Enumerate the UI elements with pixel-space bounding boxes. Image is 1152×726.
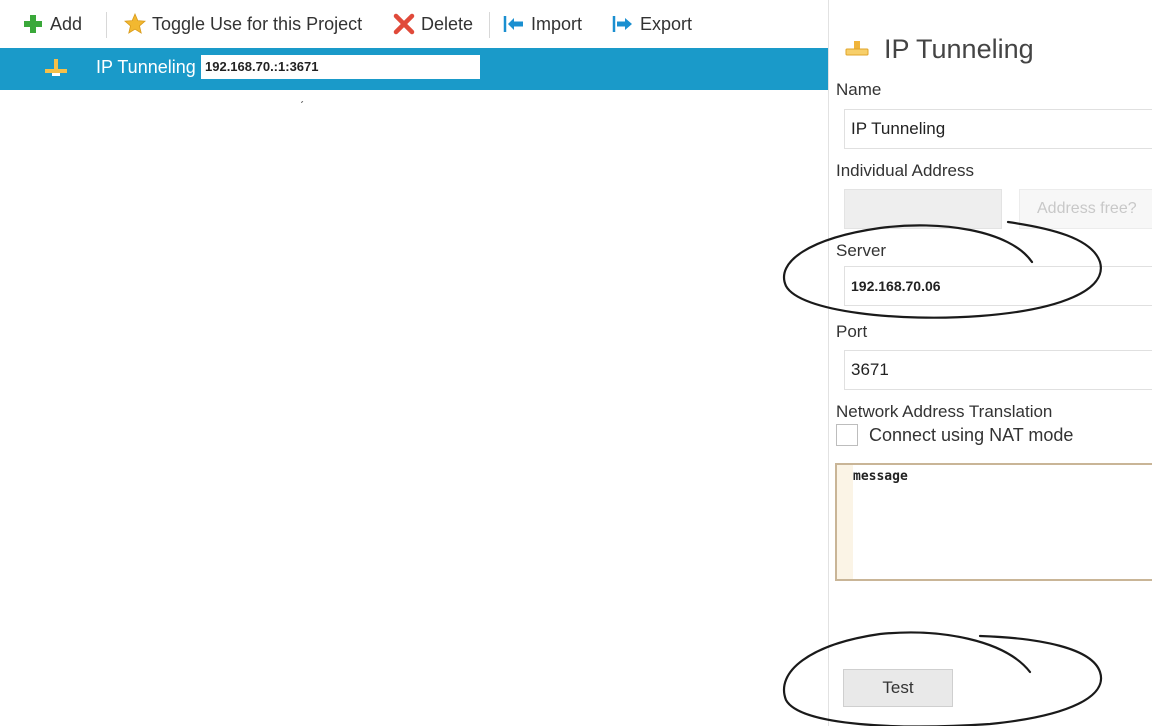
delete-button[interactable]: Delete bbox=[393, 9, 473, 39]
star-icon bbox=[124, 13, 146, 34]
connection-list-item-selected[interactable]: IP Tunneling 192.168.70.:1:3671 bbox=[0, 48, 828, 90]
server-field[interactable]: 192.168.70.06 bbox=[844, 266, 1152, 306]
export-icon bbox=[612, 16, 632, 32]
network-connection-icon bbox=[845, 40, 869, 55]
individual-address-field[interactable] bbox=[844, 189, 1002, 229]
port-field[interactable]: 3671 bbox=[844, 350, 1152, 390]
delete-icon bbox=[393, 13, 415, 35]
add-icon bbox=[24, 15, 42, 33]
toolbar-separator bbox=[489, 12, 490, 38]
nat-label: Network Address Translation bbox=[836, 402, 1053, 421]
import-button[interactable]: Import bbox=[503, 9, 582, 39]
individual-address-label: Individual Address bbox=[836, 161, 974, 180]
add-button[interactable]: Add bbox=[22, 9, 82, 39]
connection-address-edit[interactable]: 192.168.70.:1:3671 bbox=[201, 55, 480, 79]
import-label: Import bbox=[531, 13, 583, 34]
connection-name: IP Tunneling bbox=[96, 57, 196, 77]
message-box: message bbox=[835, 463, 1152, 581]
toolbar: Add Toggle Use for this Project Delete I… bbox=[0, 0, 828, 48]
nat-mode-checkbox[interactable] bbox=[836, 424, 858, 446]
delete-label: Delete bbox=[421, 13, 474, 34]
properties-panel: IP Tunneling Name IP Tunneling Individua… bbox=[829, 0, 1152, 726]
add-label: Add bbox=[50, 13, 83, 34]
mouse-cursor-mark: ˊ bbox=[300, 99, 304, 113]
name-field[interactable]: IP Tunneling bbox=[844, 109, 1152, 149]
nat-mode-checkbox-label[interactable]: Connect using NAT mode bbox=[869, 425, 1073, 446]
port-label: Port bbox=[836, 322, 868, 341]
toggle-use-label: Toggle Use for this Project bbox=[152, 13, 363, 34]
connections-pane: Add Toggle Use for this Project Delete I… bbox=[0, 0, 828, 726]
network-connection-icon bbox=[45, 59, 67, 76]
import-icon bbox=[503, 16, 523, 32]
test-button[interactable]: Test bbox=[843, 669, 953, 707]
toggle-use-button[interactable]: Toggle Use for this Project bbox=[124, 9, 362, 39]
address-free-button[interactable]: Address free? bbox=[1019, 189, 1152, 229]
name-label: Name bbox=[836, 80, 882, 99]
export-button[interactable]: Export bbox=[612, 9, 692, 39]
panel-title-text: IP Tunneling bbox=[884, 34, 1034, 64]
server-label: Server bbox=[836, 241, 887, 260]
toolbar-separator bbox=[106, 12, 107, 38]
export-label: Export bbox=[640, 13, 693, 34]
panel-title: IP Tunneling bbox=[844, 34, 1034, 65]
message-box-gutter bbox=[837, 465, 853, 579]
message-text: message bbox=[853, 469, 908, 484]
